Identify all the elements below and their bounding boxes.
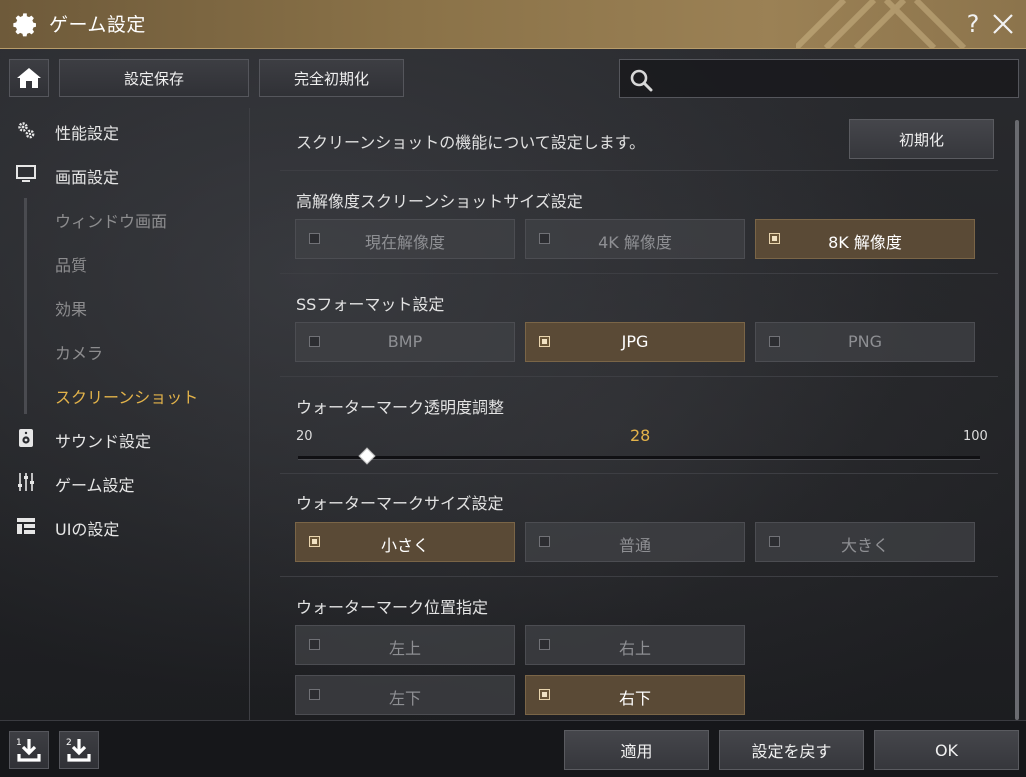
sidebar-subitem-quality[interactable]: 品質: [55, 252, 87, 276]
option-label: 普通: [618, 536, 651, 555]
option-8k-resolution[interactable]: 8K 解像度: [755, 219, 975, 259]
option-label: 小さく: [380, 536, 429, 555]
home-button[interactable]: [9, 59, 49, 97]
layout-icon: [17, 518, 35, 534]
watermark-position-title: ウォーターマーク位置指定: [296, 598, 489, 617]
sidebar-item-label: UIの設定: [55, 520, 120, 539]
search-icon: [630, 69, 653, 92]
settings-content: スクリーンショットの機能について設定します。 初期化 高解像度スクリーンショット…: [250, 108, 1026, 720]
home-icon: [17, 68, 41, 88]
window-title: ゲーム設定: [49, 14, 146, 36]
search-input[interactable]: [660, 64, 1014, 96]
slider-fill: [298, 456, 367, 459]
sidebar: 性能設定 画面設定 ウィンドウ画面 品質 効果 カメラ スクリーンショット サウ…: [0, 108, 250, 720]
help-button[interactable]: ?: [963, 10, 983, 38]
option-label: 左上: [388, 639, 421, 658]
title-decoration: [796, 0, 966, 48]
sidebar-subitem-screenshot[interactable]: スクリーンショット: [55, 384, 198, 408]
divider: [280, 273, 998, 274]
sidebar-subitem-camera[interactable]: カメラ: [55, 340, 103, 364]
option-position-top-left[interactable]: 左上: [295, 625, 515, 665]
option-4k-resolution[interactable]: 4K 解像度: [525, 219, 745, 259]
sliders-icon: [18, 473, 34, 491]
format-title: SSフォーマット設定: [296, 295, 445, 314]
sidebar-item-game[interactable]: ゲーム設定: [0, 464, 240, 500]
sidebar-item-label: 画面設定: [55, 168, 120, 187]
watermark-size-title: ウォーターマークサイズ設定: [296, 494, 504, 513]
sidebar-item-label: サウンド設定: [55, 432, 152, 451]
slider-min-label: 20: [296, 429, 313, 444]
close-icon[interactable]: [990, 10, 1016, 38]
gear-icon: [13, 13, 36, 37]
monitor-icon: [16, 165, 36, 182]
sidebar-item-performance[interactable]: 性能設定: [0, 112, 240, 148]
divider: [280, 473, 998, 474]
option-current-resolution[interactable]: 現在解像度: [295, 219, 515, 259]
option-label: 4K 解像度: [598, 233, 672, 252]
resolution-title: 高解像度スクリーンショットサイズ設定: [296, 192, 583, 211]
option-label: 右上: [618, 639, 651, 658]
save-settings-button[interactable]: 設定保存: [59, 59, 249, 97]
opacity-title: ウォーターマーク透明度調整: [296, 398, 505, 417]
option-label: 左下: [388, 689, 421, 708]
revert-settings-button[interactable]: 設定を戻す: [719, 730, 864, 770]
search-box: [619, 59, 1019, 98]
sidebar-subitem-effects[interactable]: 効果: [55, 296, 87, 320]
title-bar: ゲーム設定 ?: [0, 0, 1026, 49]
option-position-bottom-right[interactable]: 右下: [525, 675, 745, 715]
sidebar-item-label: 性能設定: [55, 124, 120, 143]
option-label: 8K 解像度: [828, 233, 902, 252]
divider: [280, 170, 998, 171]
option-label: JPG: [621, 332, 649, 351]
option-label: BMP: [387, 332, 423, 351]
option-png[interactable]: PNG: [755, 322, 975, 362]
full-reset-button[interactable]: 完全初期化: [259, 59, 404, 97]
option-position-bottom-left[interactable]: 左下: [295, 675, 515, 715]
option-size-small[interactable]: 小さく: [295, 522, 515, 562]
gears-icon: [18, 122, 35, 139]
option-jpg[interactable]: JPG: [525, 322, 745, 362]
submenu-line: [24, 198, 27, 414]
preset-slot-2-button[interactable]: 2: [59, 731, 99, 769]
slider-handle[interactable]: [358, 447, 376, 465]
download-slot-2-icon: 2: [66, 738, 91, 762]
slot-number: 1: [16, 738, 22, 748]
sidebar-item-sound[interactable]: サウンド設定: [0, 420, 240, 456]
divider: [280, 376, 998, 377]
sidebar-item-display[interactable]: 画面設定: [0, 156, 240, 192]
settings-window: ゲーム設定 ? 設定保存 完全初期化 性能設定 画面設定 ウィンドウ画面 品質 …: [0, 0, 1026, 777]
apply-button[interactable]: 適用: [564, 730, 709, 770]
preset-slot-1-button[interactable]: 1: [9, 731, 49, 769]
option-size-large[interactable]: 大きく: [755, 522, 975, 562]
slot-number: 2: [66, 738, 72, 748]
initialize-button[interactable]: 初期化: [849, 119, 994, 159]
option-position-top-right[interactable]: 右上: [525, 625, 745, 665]
ok-button[interactable]: OK: [874, 730, 1019, 770]
option-label: PNG: [847, 332, 882, 351]
sidebar-item-ui[interactable]: UIの設定: [0, 508, 240, 544]
option-bmp[interactable]: BMP: [295, 322, 515, 362]
opacity-slider-track[interactable]: [298, 447, 980, 465]
download-slot-1-icon: 1: [16, 738, 41, 762]
sidebar-item-label: ゲーム設定: [55, 476, 135, 495]
slider-max-label: 100: [963, 429, 988, 444]
option-label: 右下: [618, 689, 651, 708]
section-description: スクリーンショットの機能について設定します。: [296, 133, 646, 152]
divider: [280, 576, 998, 577]
option-label: 大きく: [840, 536, 889, 555]
content-scrollbar[interactable]: [1015, 120, 1019, 720]
footer-bar: 1 2 適用 設定を戻す OK: [0, 720, 1026, 777]
option-label: 現在解像度: [364, 233, 445, 252]
option-size-normal[interactable]: 普通: [525, 522, 745, 562]
slider-value: 28: [630, 426, 651, 445]
speaker-icon: [19, 429, 33, 447]
sidebar-subitem-window[interactable]: ウィンドウ画面: [55, 208, 167, 232]
